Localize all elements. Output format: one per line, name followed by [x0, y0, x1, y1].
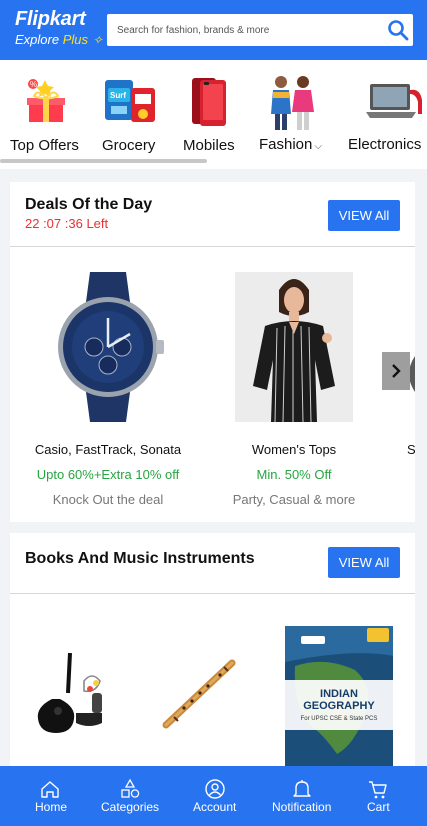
nav-label: Account: [193, 800, 237, 814]
logo-explore-text: Explore: [15, 32, 60, 47]
books-title: Books And Music Instruments: [25, 550, 255, 567]
next-arrow-button[interactable]: [382, 352, 410, 390]
fashion-models-icon: [271, 76, 314, 130]
nav-cart[interactable]: Cart: [356, 766, 400, 826]
deals-view-all-button[interactable]: VIEW All: [328, 200, 400, 231]
categories-icon: [121, 778, 140, 798]
nav-notification[interactable]: Notification: [268, 766, 338, 826]
grocery-products-icon: Surf: [105, 80, 155, 122]
bottom-navigation: Home Categories Account Notification Car…: [0, 766, 427, 826]
nav-label: Cart: [367, 800, 390, 814]
category-label: Fashion ⌵: [259, 136, 322, 153]
chevron-right-icon: [392, 364, 401, 378]
deal-offer: Upto 60%+Extra 10% off: [36, 467, 180, 482]
deals-divider: [10, 246, 415, 247]
account-icon: [205, 779, 225, 799]
chevron-down-icon: ⌵: [314, 141, 322, 152]
nav-label: Home: [35, 800, 68, 814]
books-divider: [10, 593, 415, 594]
deal-name: S: [407, 442, 415, 457]
category-grocery[interactable]: Surf Grocery: [92, 60, 168, 169]
category-fashion[interactable]: Fashion ⌵: [255, 60, 329, 169]
category-electronics[interactable]: Electronics: [342, 60, 427, 169]
deal-subtitle: Party, Casual & more: [232, 492, 356, 507]
book-item-indian-geography[interactable]: INDIAN GEOGRAPHY For UPSC CSE & State PC…: [285, 626, 393, 771]
deals-title: Deals Of the Day: [25, 196, 153, 213]
striped-top-image: [235, 272, 353, 422]
deals-of-the-day-card: Deals Of the Day 22 :07 :36 Left VIEW Al…: [10, 182, 415, 522]
category-label: Grocery: [102, 137, 156, 154]
svg-text:Surf: Surf: [110, 91, 126, 100]
deal-item-watches[interactable]: Casio, FastTrack, Sonata Upto 60%+Extra …: [33, 270, 183, 510]
book-cover-title: INDIAN GEOGRAPHY: [303, 688, 375, 712]
logo-tagline: Explore Plus ✧: [15, 32, 103, 48]
nav-categories[interactable]: Categories: [96, 766, 166, 826]
books-view-all-button[interactable]: VIEW All: [328, 547, 400, 578]
category-label: Mobiles: [183, 137, 235, 154]
search-icon[interactable]: [387, 19, 409, 41]
logo-plus-text: Plus: [62, 32, 88, 47]
mobile-phone-icon: [192, 78, 226, 126]
category-scroll-indicator: [0, 159, 207, 163]
nav-label: Notification: [272, 800, 332, 814]
bamboo-flute-image: [162, 659, 236, 729]
search-input[interactable]: [107, 14, 377, 46]
blue-watch-image: [58, 272, 164, 422]
cart-icon: [369, 781, 387, 799]
acoustic-guitar-kit-image: [37, 652, 102, 733]
svg-text:%: %: [30, 80, 37, 89]
book-item-flute[interactable]: [160, 657, 240, 733]
page: Flipkart Explore Plus ✧ %: [0, 0, 427, 826]
deal-offer: Min. 50% Off: [256, 467, 332, 482]
nav-label: Categories: [101, 800, 160, 814]
category-top-offers[interactable]: % Top Offers: [0, 60, 90, 169]
book-cover-subtitle: For UPSC CSE & State PCS: [300, 716, 378, 722]
plus-star-icon: ✧: [92, 33, 103, 47]
book-item-guitar[interactable]: [32, 652, 112, 737]
deal-item-womens-tops[interactable]: Women's Tops Min. 50% Off Party, Casual …: [219, 270, 369, 510]
gift-offers-icon: %: [27, 79, 65, 122]
top-header: Flipkart Explore Plus ✧: [0, 0, 427, 60]
laptop-icon: [366, 84, 422, 118]
deal-timer: 22 :07 :36 Left: [25, 216, 109, 231]
category-mobiles[interactable]: Mobiles: [175, 60, 245, 169]
home-icon: [41, 781, 59, 798]
books-music-card: Books And Music Instruments VIEW All IND…: [10, 533, 415, 773]
category-label-text: Fashion: [259, 136, 313, 153]
nav-account[interactable]: Account: [188, 766, 244, 826]
deal-name: Casio, FastTrack, Sonata: [34, 442, 182, 457]
logo-name: Flipkart: [15, 8, 86, 30]
category-label: Top Offers: [10, 137, 79, 154]
search-bar: [107, 14, 413, 46]
deal-name: Women's Tops: [251, 442, 337, 457]
category-strip: % Top Offers Surf Grocery Mobiles Fashio…: [0, 60, 427, 169]
bell-icon: [293, 780, 311, 797]
deal-subtitle: Knock Out the deal: [52, 492, 164, 507]
book-cover-panel: INDIAN GEOGRAPHY For UPSC CSE & State PC…: [285, 680, 393, 730]
nav-home[interactable]: Home: [20, 766, 80, 826]
flipkart-logo[interactable]: Flipkart Explore Plus ✧: [15, 8, 103, 48]
category-label: Electronics: [348, 136, 422, 153]
